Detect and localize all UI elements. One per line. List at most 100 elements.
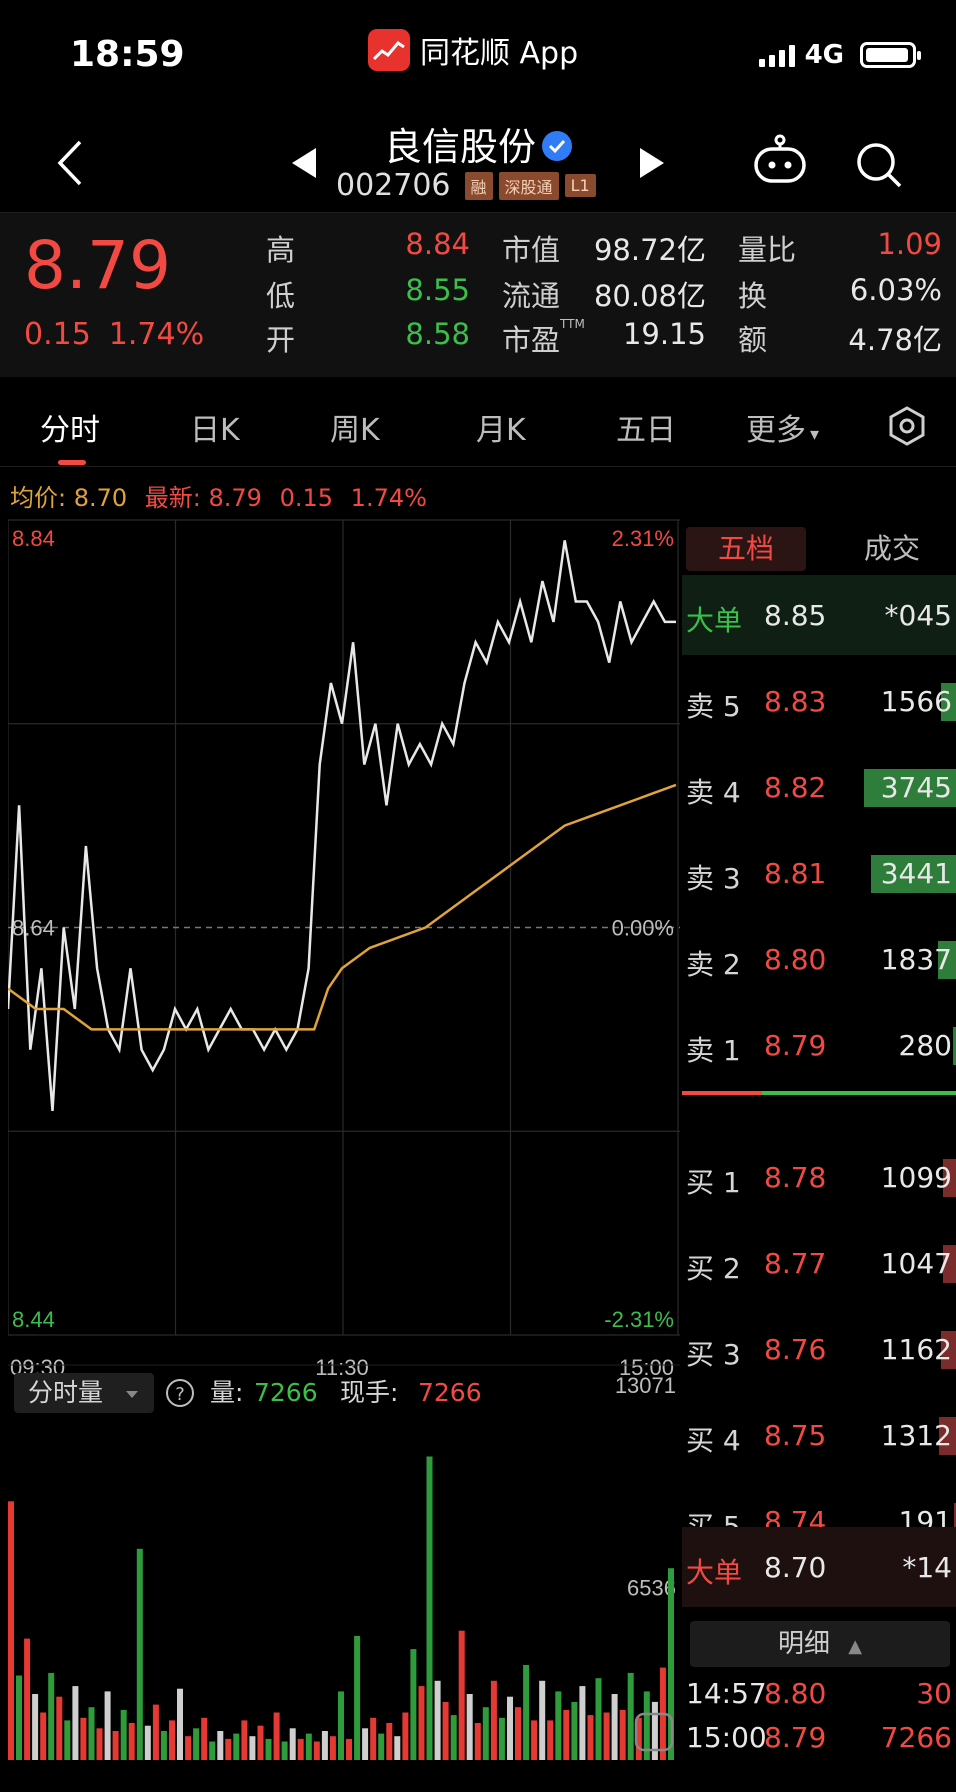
volume-bar <box>611 1694 618 1760</box>
quote-label: 低 <box>266 279 296 313</box>
level-price: 8.77 <box>764 1247 827 1280</box>
volume-bar <box>555 1691 562 1760</box>
quote-value: 80.08亿 <box>593 279 706 313</box>
volume-bar <box>128 1723 135 1760</box>
level-volume: *14 <box>902 1551 952 1584</box>
volume-bar <box>112 1731 119 1760</box>
trade-time: 15:00 <box>686 1721 767 1754</box>
volume-bar <box>442 1701 449 1760</box>
tab-intraday[interactable]: 分时 <box>40 405 100 449</box>
level-volume: 1566 <box>880 685 952 718</box>
volume-bar <box>539 1680 546 1760</box>
ask-row[interactable]: 卖 5 8.83 1566 <box>682 661 956 741</box>
stock-name: 良信股份 <box>383 125 536 169</box>
volume-bar <box>346 1738 352 1760</box>
volume-bar <box>281 1741 288 1760</box>
trade-volume: 30 <box>916 1677 952 1710</box>
change-percent: 1.74% <box>108 317 205 352</box>
level-volume: 1099 <box>880 1161 952 1194</box>
bid-row[interactable]: 买 4 8.75 1312 <box>682 1395 956 1475</box>
volume-bar <box>48 1672 55 1760</box>
volume-bar <box>507 1696 513 1760</box>
volume-bar <box>297 1738 304 1760</box>
intraday-chart[interactable]: 8.84 2.31%8.64 0.00%8.44 -2.31%09:30 11:30 15… <box>6 515 680 1765</box>
stock-title[interactable]: 良信股份 <box>0 116 956 171</box>
avg-price: 均价: 8.70 <box>10 484 128 512</box>
volume-bar <box>394 1736 401 1760</box>
ask-row[interactable]: 卖 3 8.81 3441 <box>682 833 956 913</box>
big-order-sell-row[interactable]: 大单 8.85 *045 <box>682 575 956 655</box>
level-price: 8.83 <box>764 685 827 718</box>
last-price: 8.79 <box>24 227 171 304</box>
quote-label: 额 <box>738 323 768 357</box>
tab-more[interactable]: 更多 ▾ <box>746 405 819 449</box>
detail-toggle[interactable]: 明细 ▲ <box>690 1621 950 1667</box>
trade-price: 8.79 <box>764 1721 827 1754</box>
tab-daily-k[interactable]: 日K <box>190 405 240 449</box>
bid-row[interactable]: 买 1 8.78 1099 <box>682 1137 956 1217</box>
level-label: 买 2 <box>686 1252 741 1285</box>
stock-code: 002706 <box>336 168 451 203</box>
volume-bar <box>563 1709 570 1760</box>
level-price: 8.78 <box>764 1161 827 1194</box>
tab-weekly-k[interactable]: 周K <box>330 405 380 449</box>
chevron-down-icon: ▾ <box>810 424 820 445</box>
tab-five-levels[interactable]: 五档 <box>686 527 806 571</box>
tab-trades[interactable]: 成交 <box>832 527 952 571</box>
ask-row[interactable]: 卖 1 8.79 280 <box>682 1005 956 1085</box>
code-row: 002706 融 深股通 L1 <box>336 168 596 203</box>
ask-row[interactable]: 卖 4 8.82 3745 <box>682 747 956 827</box>
level-price: 8.81 <box>764 857 827 890</box>
chart-tabs: 分时 日K 周K 月K 五日 更多 ▾ <box>0 377 956 467</box>
trade-time: 14:57 <box>686 1677 767 1710</box>
level-price: 8.75 <box>764 1419 827 1452</box>
book-divider-ask <box>682 1091 762 1095</box>
prev-close-label: 8.64 <box>12 916 55 941</box>
bid-row[interactable]: 买 2 8.77 1047 <box>682 1223 956 1303</box>
level-volume: 3745 <box>880 771 952 804</box>
status-app[interactable]: 同花顺 App <box>368 28 578 72</box>
volume-bar <box>16 1675 22 1760</box>
volume-bar <box>257 1725 264 1760</box>
volume-bar <box>273 1712 280 1760</box>
robot-icon[interactable] <box>752 134 808 184</box>
tab-five-day[interactable]: 五日 <box>616 405 676 449</box>
tag-shenzhen-connect: 深股通 <box>498 171 559 200</box>
big-order-buy-row[interactable]: 大单 8.70 *14 <box>682 1527 956 1607</box>
level-label: 卖 5 <box>686 690 741 723</box>
latest-percent: 1.74% <box>350 484 427 512</box>
battery-icon <box>860 42 921 68</box>
volume-max-label: 13071 <box>615 1373 676 1398</box>
stock-header: 良信股份 002706 融 深股通 L1 <box>0 110 956 212</box>
volume-bar <box>313 1741 320 1760</box>
bid-row[interactable]: 买 3 8.76 1162 <box>682 1309 956 1389</box>
volume-bar <box>354 1635 361 1760</box>
level-label: 买 4 <box>686 1424 741 1457</box>
volume-bar <box>8 1501 14 1760</box>
volume-bar <box>515 1707 521 1760</box>
volume-bar <box>32 1694 39 1760</box>
volume-bar <box>233 1733 240 1760</box>
level-volume: 3441 <box>880 857 952 890</box>
level-volume: 1162 <box>880 1333 952 1366</box>
level-volume: 1047 <box>880 1247 952 1280</box>
quote-label: 流通 <box>502 279 561 313</box>
settings-icon[interactable] <box>886 405 928 447</box>
ask-row[interactable]: 卖 2 8.80 1837 <box>682 919 956 999</box>
volume-bar <box>458 1630 465 1760</box>
search-icon[interactable] <box>854 140 904 190</box>
intraday-chart-area[interactable]: 8.84 2.31% 8.64 0.00% 8.44 -2.31% 09:30 11:30 15… <box>6 515 680 1760</box>
volume-bar <box>426 1456 433 1760</box>
volume-bar <box>587 1715 594 1760</box>
volume-bar <box>378 1733 385 1760</box>
quote-value: 19.15 <box>622 317 706 351</box>
quote-value: 1.09 <box>877 227 942 261</box>
level-label: 卖 2 <box>686 948 741 981</box>
network-label: 4G <box>804 40 844 70</box>
tab-monthly-k[interactable]: 月K <box>476 405 526 449</box>
level-price: 8.82 <box>764 771 827 804</box>
volume-bar <box>160 1731 167 1760</box>
volume-bar <box>193 1728 200 1760</box>
volume-bar <box>627 1672 634 1760</box>
next-stock-icon[interactable] <box>640 148 664 178</box>
